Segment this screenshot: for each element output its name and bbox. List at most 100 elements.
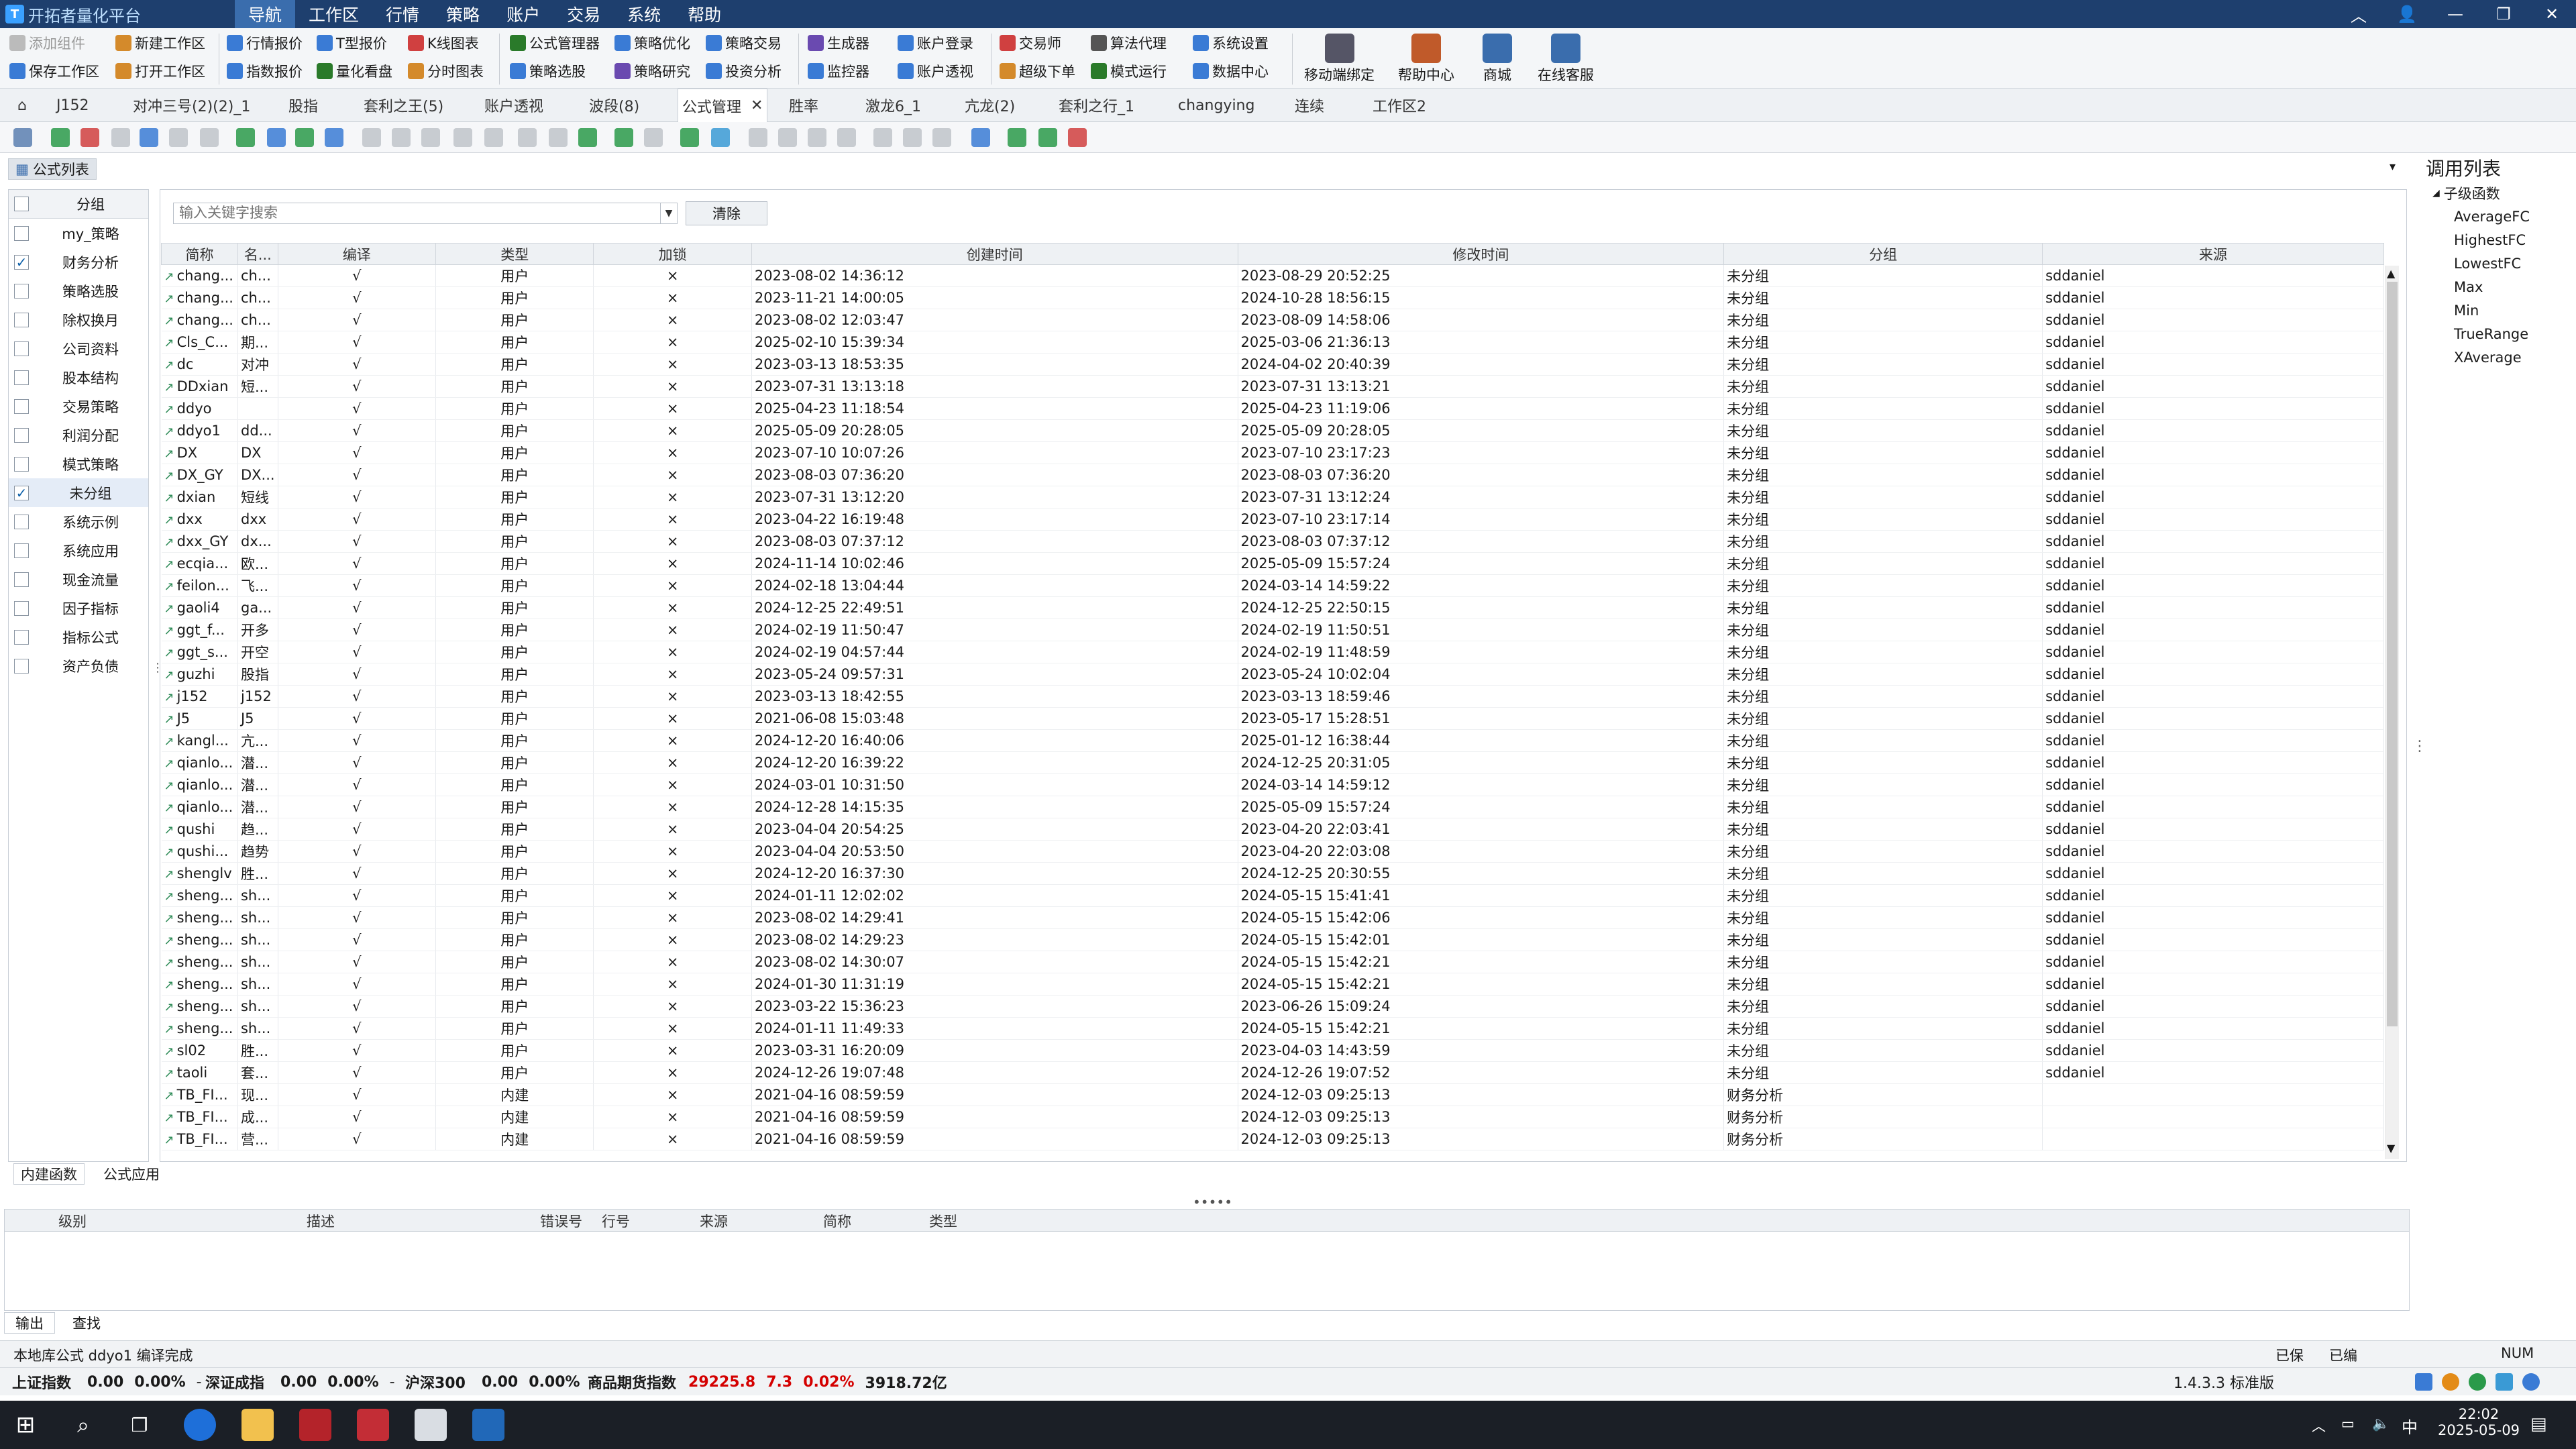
- ribbon-row2-button-12[interactable]: 数据中心: [1193, 59, 1269, 83]
- group-item[interactable]: 利润分配: [9, 421, 148, 449]
- group-item[interactable]: 模式策略: [9, 449, 148, 478]
- menu-item-0[interactable]: 导航: [235, 0, 296, 28]
- search-input[interactable]: [173, 203, 678, 224]
- output-column-header[interactable]: 来源: [700, 1210, 728, 1232]
- table-row[interactable]: ↗ qianlo... 潜... √ 用户 × 2024-12-20 16:39:22 202…: [161, 751, 2384, 774]
- close-icon[interactable]: ✕: [751, 97, 763, 114]
- group-checkbox[interactable]: [14, 514, 29, 529]
- table-row[interactable]: ↗ taoli 套... √ 用户 × 2024-12-26 19:07:48 2024-12…: [161, 1061, 2384, 1084]
- workspace-tab-3[interactable]: 套利之王(5): [360, 89, 447, 122]
- group-item[interactable]: 资产负债: [9, 651, 148, 680]
- toolbar-icon-25[interactable]: [808, 128, 826, 147]
- toolbar-icon-19[interactable]: [614, 128, 633, 147]
- output-column-header[interactable]: 简称: [823, 1210, 851, 1232]
- toolbar-icon-15[interactable]: [484, 128, 503, 147]
- ribbon-row2-button-0[interactable]: 保存工作区: [9, 59, 99, 83]
- column-header[interactable]: 编译: [277, 243, 436, 265]
- tab-formula-application[interactable]: 公式应用: [97, 1163, 166, 1185]
- group-checkbox[interactable]: [14, 283, 29, 299]
- group-item[interactable]: 系统示例: [9, 507, 148, 536]
- group-checkbox[interactable]: [14, 658, 29, 674]
- column-header[interactable]: 分组: [1723, 243, 2043, 265]
- search-dropdown-icon[interactable]: ▼: [660, 203, 677, 223]
- splitter-handle-left[interactable]: ⋮: [152, 661, 164, 675]
- ribbon-row2-button-10[interactable]: 超级下单: [1000, 59, 1075, 83]
- column-header[interactable]: 加锁: [593, 243, 752, 265]
- tree-function-item[interactable]: Min: [2432, 299, 2530, 322]
- group-checkbox[interactable]: [14, 456, 29, 472]
- tab-output[interactable]: 输出: [4, 1312, 55, 1334]
- workspace-tab-10[interactable]: 套利之行_1: [1055, 89, 1138, 122]
- toolbar-icon-18[interactable]: [578, 128, 597, 147]
- close-button[interactable]: ✕: [2528, 0, 2576, 28]
- workspace-tab-8[interactable]: 激龙6_1: [861, 89, 925, 122]
- table-row[interactable]: ↗ sheng... sh... √ 用户 × 2023-08-02 14:30:07 202…: [161, 951, 2384, 973]
- toolbar-icon-12[interactable]: [392, 128, 411, 147]
- tb-app-icon[interactable]: [472, 1409, 504, 1441]
- group-checkbox[interactable]: [14, 341, 29, 356]
- output-column-header[interactable]: 错误号: [540, 1210, 582, 1232]
- table-row[interactable]: ↗ sheng... sh... √ 用户 × 2023-03-22 15:36:23 202…: [161, 995, 2384, 1018]
- table-row[interactable]: ↗ qushi... 趋势 √ 用户 × 2023-04-04 20:53:50 2023-0…: [161, 840, 2384, 863]
- toolbar-icon-0[interactable]: [13, 128, 32, 147]
- table-row[interactable]: ↗ qianlo... 潜... √ 用户 × 2024-12-28 14:15:35 202…: [161, 796, 2384, 818]
- ribbon-row1-button-3[interactable]: T型报价: [317, 31, 387, 55]
- ribbon-row2-button-5[interactable]: 策略选股: [510, 59, 586, 83]
- toolbar-icon-5[interactable]: [169, 128, 188, 147]
- table-row[interactable]: ↗ sheng... sh... √ 用户 × 2023-08-02 14:29:23 202…: [161, 928, 2384, 951]
- table-row[interactable]: ↗ ggt_s... 开空 √ 用户 × 2024-02-19 04:57:44 2024-0…: [161, 641, 2384, 663]
- group-item[interactable]: 公司资料: [9, 334, 148, 363]
- ribbon-big-button-2[interactable]: 商城: [1483, 34, 1512, 85]
- group-item[interactable]: 股本结构: [9, 363, 148, 392]
- table-row[interactable]: ↗ shenglv 胜... √ 用户 × 2024-12-20 16:37:30 2024-…: [161, 862, 2384, 885]
- message-icon[interactable]: [2496, 1373, 2513, 1391]
- toolbar-icon-29[interactable]: [932, 128, 951, 147]
- workspace-tab-7[interactable]: 胜率: [785, 89, 822, 122]
- group-checkbox[interactable]: ✓: [14, 254, 29, 270]
- group-checkbox[interactable]: [14, 572, 29, 587]
- table-scrollbar-thumb[interactable]: [2387, 282, 2398, 1026]
- panel-dropdown-icon[interactable]: ▾: [2390, 160, 2396, 174]
- window-app-icon[interactable]: [415, 1409, 447, 1441]
- ribbon-row1-button-6[interactable]: 策略优化: [614, 31, 690, 55]
- group-checkbox[interactable]: ✓: [14, 485, 29, 501]
- group-checkbox[interactable]: [14, 398, 29, 414]
- toolbar-icon-31[interactable]: [1008, 128, 1026, 147]
- table-row[interactable]: ↗ TB_FI... 营... √ 内建 × 2021-04-16 08:59:59 2024…: [161, 1128, 2384, 1150]
- table-row[interactable]: ↗ J5 J5 √ 用户 × 2021-06-08 15:03:48 2023-05-17 1…: [161, 707, 2384, 730]
- ime-indicator[interactable]: 中: [2402, 1414, 2418, 1438]
- ribbon-row1-button-11[interactable]: 算法代理: [1091, 31, 1167, 55]
- index-ticker[interactable]: 沪深300 0.00 0.00% -: [405, 1368, 596, 1396]
- column-header[interactable]: 类型: [435, 243, 594, 265]
- file-explorer-icon[interactable]: [241, 1409, 274, 1441]
- tree-function-item[interactable]: Max: [2432, 275, 2530, 299]
- wh7-app-icon[interactable]: [357, 1409, 389, 1441]
- ribbon-big-button-1[interactable]: 帮助中心: [1398, 34, 1454, 85]
- ribbon-row1-button-2[interactable]: 行情报价: [227, 31, 303, 55]
- menu-item-2[interactable]: 行情: [372, 0, 433, 28]
- workspace-tab-5[interactable]: 波段(8): [585, 89, 643, 122]
- ribbon-row1-button-9[interactable]: 账户登录: [898, 31, 973, 55]
- user-icon[interactable]: 👤: [2383, 0, 2431, 28]
- table-row[interactable]: ↗ sheng... sh... √ 用户 × 2024-01-11 11:49:33 202…: [161, 1017, 2384, 1040]
- workspace-tab-9[interactable]: 亢龙(2): [961, 89, 1019, 122]
- column-header[interactable]: 来源: [2042, 243, 2384, 265]
- menu-item-5[interactable]: 交易: [553, 0, 614, 28]
- toolbar-icon-16[interactable]: [518, 128, 537, 147]
- minimize-button[interactable]: —: [2431, 0, 2479, 28]
- workspace-tab-12[interactable]: 连续: [1291, 89, 1328, 122]
- group-item[interactable]: 指标公式: [9, 623, 148, 651]
- toolbar-icon-22[interactable]: [711, 128, 730, 147]
- toolbar-icon-11[interactable]: [362, 128, 381, 147]
- toolbar-icon-7[interactable]: [236, 128, 255, 147]
- ribbon-row1-button-4[interactable]: K线图表: [408, 31, 479, 55]
- ribbon-row1-button-5[interactable]: 公式管理器: [510, 31, 600, 55]
- table-row[interactable]: ↗ Cls_C... 期... √ 用户 × 2025-02-10 15:39:34 2025…: [161, 331, 2384, 354]
- workspace-tab-0[interactable]: J152: [52, 89, 93, 122]
- formula-list-panel-tab[interactable]: ▦ 公式列表: [8, 158, 97, 180]
- group-item[interactable]: ✓ 财务分析: [9, 248, 148, 276]
- group-item[interactable]: 策略选股: [9, 276, 148, 305]
- ribbon-row1-button-1[interactable]: 新建工作区: [115, 31, 205, 55]
- output-column-header[interactable]: 行号: [602, 1210, 630, 1232]
- output-column-header[interactable]: 级别: [58, 1210, 87, 1232]
